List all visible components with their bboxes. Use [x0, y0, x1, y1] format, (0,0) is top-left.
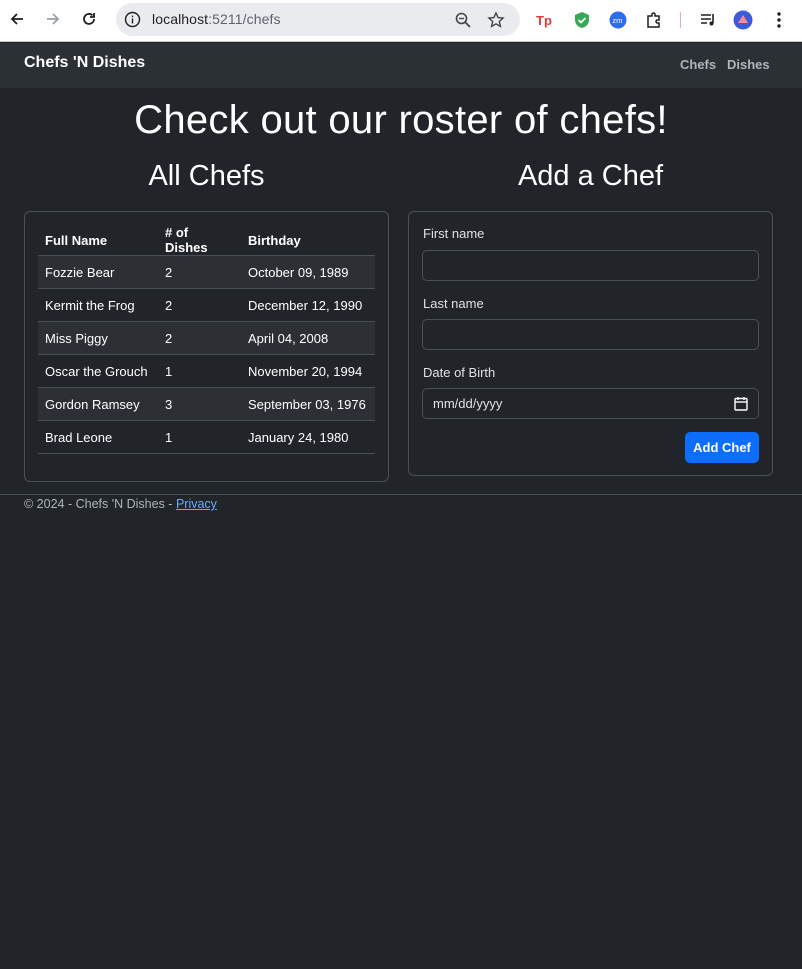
column-header-dishes: # of Dishes: [158, 225, 241, 256]
address-bar[interactable]: localhost:5211/chefs: [116, 3, 520, 36]
brand-link[interactable]: Chefs 'N Dishes: [24, 54, 145, 72]
table-row: Gordon Ramsey 3 September 03, 1976: [38, 387, 375, 421]
table-row: Kermit the Frog 2 December 12, 1990: [38, 288, 375, 322]
zoom-extension-icon[interactable]: zm: [608, 10, 628, 30]
forward-icon[interactable]: [42, 8, 64, 30]
dish-count-cell: 3: [158, 387, 241, 421]
table-row: Fozzie Bear 2 October 09, 1989: [38, 255, 375, 289]
footer-divider: [0, 494, 802, 495]
chef-name-cell: Miss Piggy: [38, 321, 158, 355]
dob-date-input[interactable]: mm/dd/yyyy: [422, 388, 759, 419]
footer-copyright: © 2024 - Chefs 'N Dishes -: [24, 497, 176, 511]
footer: © 2024 - Chefs 'N Dishes - Privacy: [24, 497, 217, 511]
birthday-cell: October 09, 1989: [241, 255, 375, 289]
nav-link-chefs[interactable]: Chefs: [680, 57, 716, 72]
site-info-icon[interactable]: [124, 11, 141, 28]
first-name-label: First name: [423, 226, 485, 241]
back-icon[interactable]: [6, 8, 28, 30]
dish-count-cell: 1: [158, 354, 241, 388]
table-row: Brad Leone 1 January 24, 1980: [38, 420, 375, 454]
page-title: Check out our roster of chefs!: [134, 98, 668, 142]
chefs-table-card: Full Name # of Dishes Birthday Fozzie Be…: [24, 211, 389, 482]
add-chef-form-card: First name Last name Date of Birth mm/dd…: [408, 211, 773, 476]
birthday-cell: December 12, 1990: [241, 288, 375, 322]
birthday-cell: November 20, 1994: [241, 354, 375, 388]
svg-text:zm: zm: [612, 16, 622, 25]
all-chefs-heading: All Chefs: [148, 160, 265, 192]
dish-count-cell: 2: [158, 255, 241, 289]
tp-extension-icon[interactable]: Tp: [535, 10, 555, 30]
dob-label: Date of Birth: [423, 365, 496, 380]
nav-link-dishes[interactable]: Dishes: [727, 57, 770, 72]
chef-name-cell: Fozzie Bear: [38, 255, 158, 289]
last-name-label: Last name: [423, 296, 484, 311]
url-text: localhost:5211/chefs: [152, 11, 281, 27]
birthday-cell: September 03, 1976: [241, 387, 375, 421]
app-navbar: Chefs 'N Dishes Chefs Dishes: [0, 43, 802, 88]
table-header-row: Full Name # of Dishes Birthday: [38, 225, 375, 256]
chef-name-cell: Brad Leone: [38, 420, 158, 454]
bookmark-star-icon[interactable]: [487, 11, 505, 29]
chefs-table: Full Name # of Dishes Birthday Fozzie Be…: [38, 225, 375, 454]
add-chef-button[interactable]: Add Chef: [685, 432, 759, 463]
svg-text:Tp: Tp: [536, 13, 552, 28]
table-row: Oscar the Grouch 1 November 20, 1994: [38, 354, 375, 388]
calendar-icon[interactable]: [734, 396, 748, 411]
shield-extension-icon[interactable]: [572, 10, 592, 30]
extensions-puzzle-icon[interactable]: [644, 10, 664, 30]
reload-icon[interactable]: [78, 8, 100, 30]
last-name-input[interactable]: [422, 319, 759, 350]
column-header-birthday: Birthday: [241, 225, 375, 256]
chef-name-cell: Gordon Ramsey: [38, 387, 158, 421]
browser-toolbar: localhost:5211/chefs Tp zm: [0, 0, 802, 42]
media-queue-icon[interactable]: [698, 10, 718, 30]
browser-menu-icon[interactable]: [769, 10, 789, 30]
birthday-cell: April 04, 2008: [241, 321, 375, 355]
chef-name-cell: Kermit the Frog: [38, 288, 158, 322]
chef-name-cell: Oscar the Grouch: [38, 354, 158, 388]
dish-count-cell: 2: [158, 321, 241, 355]
zoom-icon[interactable]: [454, 11, 472, 29]
profile-avatar-icon[interactable]: [733, 10, 753, 30]
privacy-link[interactable]: Privacy: [176, 497, 217, 511]
birthday-cell: January 24, 1980: [241, 420, 375, 454]
dish-count-cell: 2: [158, 288, 241, 322]
dob-placeholder: mm/dd/yyyy: [433, 396, 503, 411]
table-row: Miss Piggy 2 April 04, 2008: [38, 321, 375, 355]
toolbar-divider: [680, 12, 681, 28]
column-header-full-name: Full Name: [38, 225, 158, 256]
first-name-input[interactable]: [422, 250, 759, 281]
dish-count-cell: 1: [158, 420, 241, 454]
add-chef-heading: Add a Chef: [517, 160, 664, 192]
